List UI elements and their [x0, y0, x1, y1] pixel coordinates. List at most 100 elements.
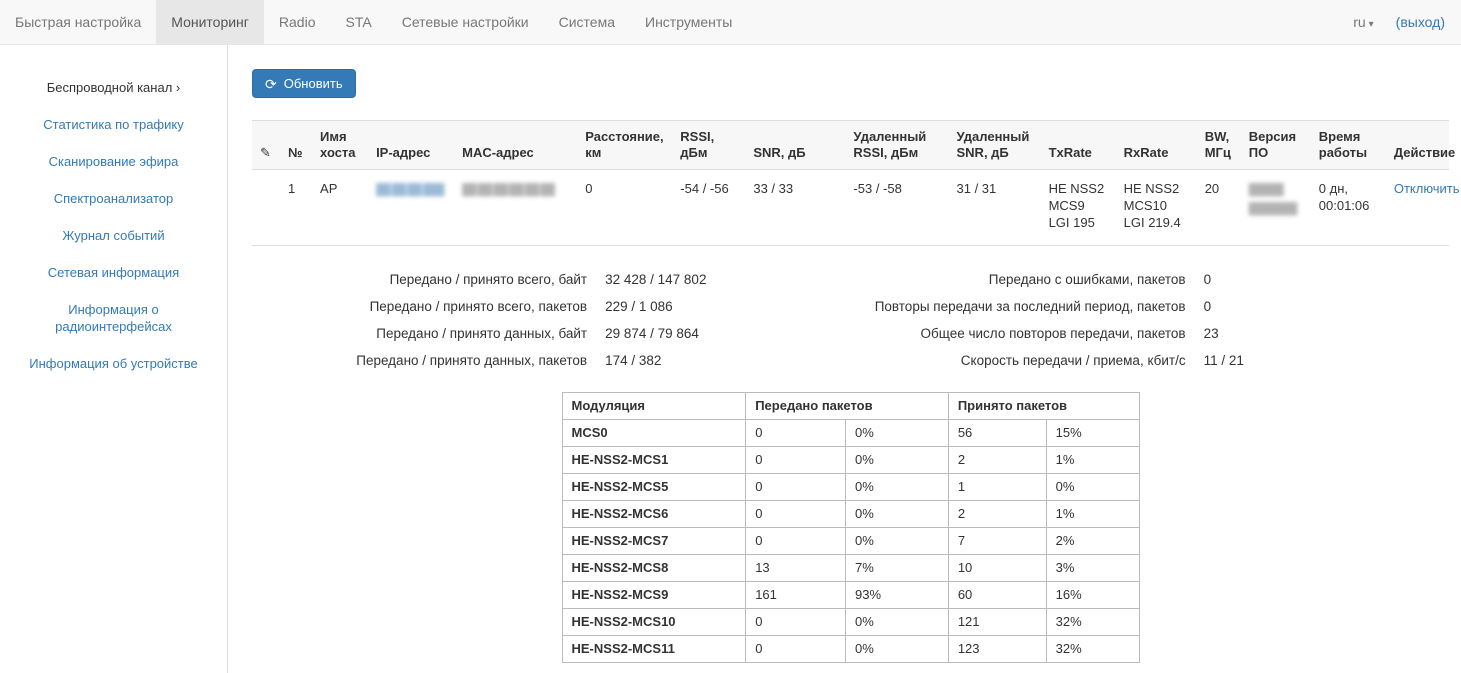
refresh-button-label: Обновить — [284, 76, 343, 91]
col-distance: Расстояние, км — [577, 121, 672, 170]
stat-value: 174 / 382 — [605, 353, 661, 368]
stat-line: Передано с ошибками, пакетов 0 — [851, 266, 1450, 293]
col-number: № — [280, 121, 312, 170]
cell-firmware-redacted: █████ ███████ — [1249, 184, 1297, 215]
tx-count: 0 — [746, 420, 846, 447]
rx-percent: 15% — [1046, 420, 1139, 447]
col-snr: SNR, дБ — [745, 121, 845, 170]
sidebar-item-label: Беспроводной канал — [47, 80, 173, 95]
topbar-right: ru▾ (выход) — [1353, 0, 1461, 44]
refresh-button[interactable]: ⟳ Обновить — [252, 69, 356, 98]
cell-edit — [252, 170, 280, 246]
col-bw: BW, МГц — [1197, 121, 1241, 170]
rx-percent: 1% — [1046, 501, 1139, 528]
stat-label: Передано / принято всего, пакетов — [252, 299, 605, 314]
chevron-right-icon: › — [176, 80, 180, 95]
tx-count: 0 — [746, 609, 846, 636]
tx-count: 0 — [746, 528, 846, 555]
tx-percent: 93% — [846, 582, 949, 609]
table-row: HE-NSS2-MCS11 0 0% 123 32% — [562, 636, 1139, 663]
cell-mac-redacted: ██:██:██:██:██:██ — [462, 184, 554, 196]
disconnect-link[interactable]: Отключить — [1394, 181, 1460, 196]
cell-rssi: -54 / -56 — [672, 170, 745, 246]
sidebar-item-event-log[interactable]: Журнал событий — [0, 217, 227, 254]
col-firmware: Версия ПО — [1241, 121, 1311, 170]
tx-count: 0 — [746, 501, 846, 528]
rx-percent: 32% — [1046, 609, 1139, 636]
language-dropdown[interactable]: ru▾ — [1353, 14, 1373, 30]
tx-percent: 0% — [846, 609, 949, 636]
cell-remote-rssi: -53 / -58 — [845, 170, 948, 246]
stat-label: Скорость передачи / приема, кбит/с — [851, 353, 1204, 368]
tx-percent: 0% — [846, 528, 949, 555]
sidebar-item-device-info[interactable]: Информация об устройстве — [0, 345, 227, 382]
stat-line: Повторы передачи за последний период, па… — [851, 293, 1450, 320]
stat-label: Передано / принято всего, байт — [252, 272, 605, 287]
modulation-name: HE-NSS2-MCS6 — [562, 501, 746, 528]
tab-monitoring[interactable]: Мониторинг — [156, 0, 264, 44]
stat-value: 32 428 / 147 802 — [605, 272, 706, 287]
modulation-name: MCS0 — [562, 420, 746, 447]
rx-percent: 0% — [1046, 474, 1139, 501]
tx-percent: 0% — [846, 636, 949, 663]
tx-count: 0 — [746, 474, 846, 501]
rx-count: 123 — [948, 636, 1046, 663]
rx-percent: 1% — [1046, 447, 1139, 474]
col-rxrate: RxRate — [1116, 121, 1197, 170]
sidebar-item-traffic-stats[interactable]: Статистика по трафику — [0, 106, 227, 143]
tab-network-settings[interactable]: Сетевые настройки — [387, 0, 544, 44]
language-label: ru — [1353, 14, 1365, 30]
col-rssi: RSSI, дБм — [672, 121, 745, 170]
tx-percent: 0% — [846, 420, 949, 447]
tx-count: 13 — [746, 555, 846, 582]
tab-quick-setup[interactable]: Быстрая настройка — [0, 0, 156, 44]
table-row: HE-NSS2-MCS6 0 0% 2 1% — [562, 501, 1139, 528]
tab-radio[interactable]: Radio — [264, 0, 331, 44]
rx-count: 2 — [948, 501, 1046, 528]
stats-left-column: Передано / принято всего, байт 32 428 / … — [252, 266, 851, 374]
table-row: HE-NSS2-MCS1 0 0% 2 1% — [562, 447, 1139, 474]
stat-label: Передано / принято данных, пакетов — [252, 353, 605, 368]
table-row: MCS0 0 0% 56 15% — [562, 420, 1139, 447]
stat-label: Передано с ошибками, пакетов — [851, 272, 1204, 287]
tab-sta[interactable]: STA — [331, 0, 387, 44]
col-hostname: Имя хоста — [312, 121, 368, 170]
table-row: HE-NSS2-MCS5 0 0% 1 0% — [562, 474, 1139, 501]
stats-right-column: Передано с ошибками, пакетов 0 Повторы п… — [851, 266, 1450, 374]
tx-percent: 0% — [846, 501, 949, 528]
pencil-icon[interactable]: ✎ — [260, 145, 271, 160]
col-txrate: TxRate — [1041, 121, 1116, 170]
sidebar-item-radio-interfaces-info[interactable]: Информация о радиоинтерфейсах — [0, 291, 227, 345]
sidebar-item-air-scan[interactable]: Сканирование эфира — [0, 143, 227, 180]
rx-percent: 32% — [1046, 636, 1139, 663]
tx-count: 0 — [746, 447, 846, 474]
logout-link[interactable]: (выход) — [1396, 14, 1445, 30]
rx-percent: 16% — [1046, 582, 1139, 609]
cell-rxrate: HE NSS2 MCS10 LGI 219.4 — [1116, 170, 1197, 246]
col-rx-packets: Принято пакетов — [948, 393, 1139, 420]
stat-line: Передано / принято всего, байт 32 428 / … — [252, 266, 851, 293]
stations-header-row: ✎ № Имя хоста IP-адрес MAC-адрес Расстоя… — [252, 121, 1449, 170]
cell-bw: 20 — [1197, 170, 1241, 246]
col-tx-packets: Передано пакетов — [746, 393, 949, 420]
col-uptime: Время работы — [1311, 121, 1386, 170]
traffic-statistics: Передано / принято всего, байт 32 428 / … — [252, 266, 1449, 374]
table-row: HE-NSS2-MCS10 0 0% 121 32% — [562, 609, 1139, 636]
modulation-name: HE-NSS2-MCS11 — [562, 636, 746, 663]
modulation-name: HE-NSS2-MCS10 — [562, 609, 746, 636]
stations-table: ✎ № Имя хоста IP-адрес MAC-адрес Расстоя… — [252, 120, 1449, 246]
tab-tools[interactable]: Инструменты — [630, 0, 747, 44]
stat-value: 29 874 / 79 864 — [605, 326, 699, 341]
sidebar-item-wireless-channel[interactable]: Беспроводной канал › — [0, 69, 227, 106]
sidebar-item-spectrum-analyzer[interactable]: Спектроанализатор — [0, 180, 227, 217]
tab-system[interactable]: Система — [544, 0, 630, 44]
modulation-name: HE-NSS2-MCS1 — [562, 447, 746, 474]
cell-ip-redacted: ██.██.██.███ — [376, 184, 443, 196]
sidebar-item-network-info[interactable]: Сетевая информация — [0, 254, 227, 291]
stat-value: 0 — [1204, 272, 1212, 287]
cell-txrate: HE NSS2 MCS9 LGI 195 — [1041, 170, 1116, 246]
stat-label: Общее число повторов передачи, пакетов — [851, 326, 1204, 341]
stat-label: Передано / принято данных, байт — [252, 326, 605, 341]
page: Быстрая настройка Мониторинг Radio STA С… — [0, 0, 1461, 673]
rx-percent: 3% — [1046, 555, 1139, 582]
